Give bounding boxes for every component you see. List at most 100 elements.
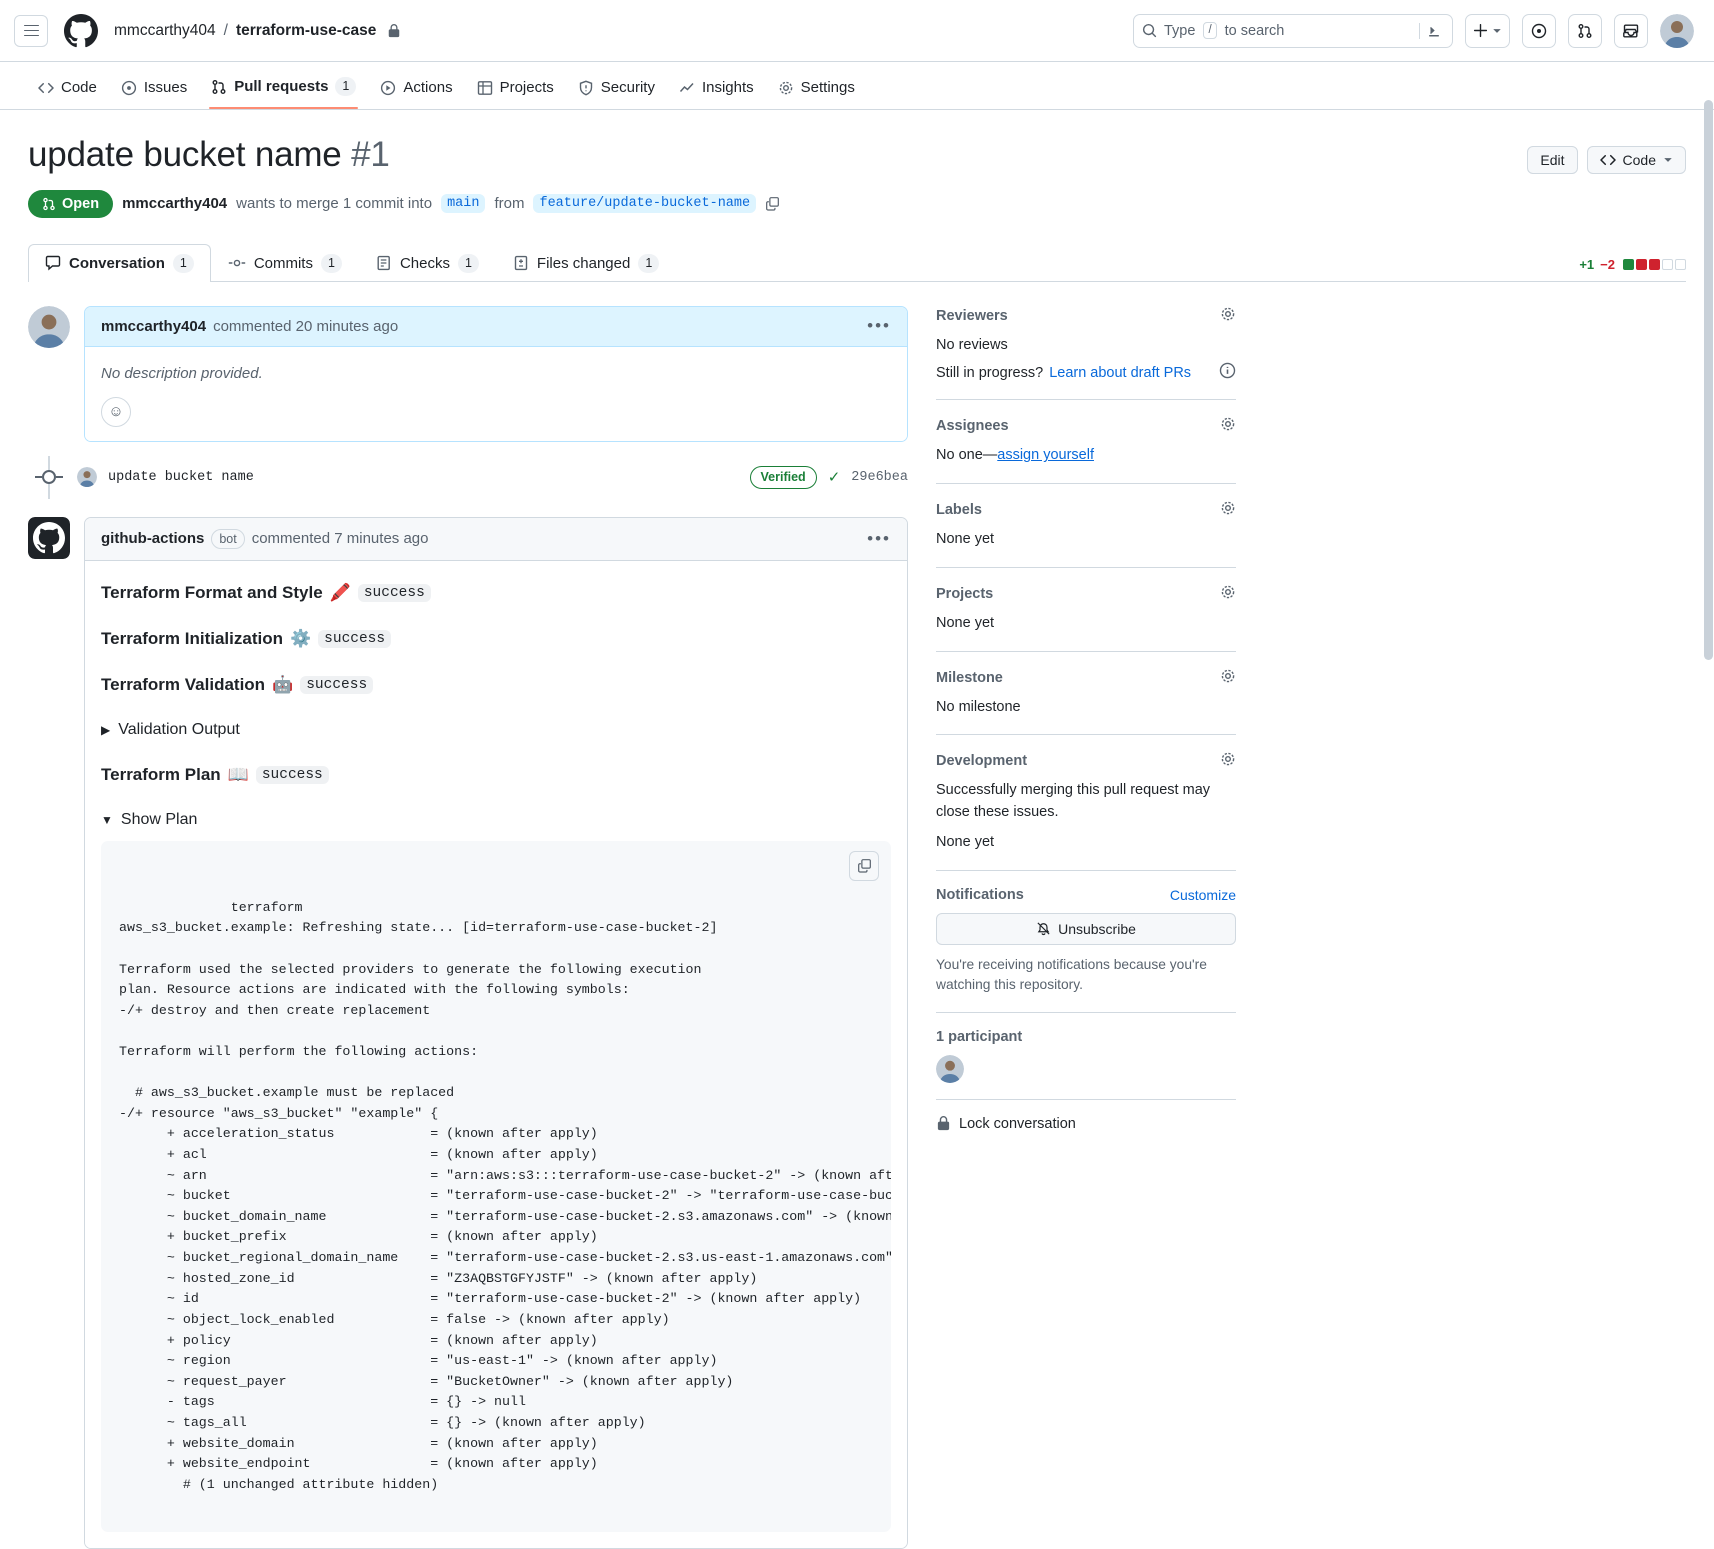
chevron-down-icon (1492, 26, 1502, 36)
gear-icon[interactable] (1220, 500, 1236, 520)
tab-checks-count: 1 (458, 254, 479, 273)
code-button[interactable]: Code (1587, 146, 1686, 174)
commit-sha[interactable]: 29e6bea (851, 470, 908, 485)
projects-value: None yet (936, 613, 1236, 635)
tab-commits[interactable]: Commits 1 (211, 244, 359, 282)
reviewers-title: Reviewers (936, 308, 1008, 324)
draft-pr-link[interactable]: Learn about draft PRs (1049, 365, 1191, 381)
gear-icon[interactable] (1220, 668, 1236, 688)
gear-icon[interactable] (1220, 584, 1236, 604)
sidebar-section-notifications: Notifications Customize Unsubscribe You'… (936, 887, 1236, 1013)
search-icon (1142, 23, 1157, 38)
gear-icon[interactable] (1220, 306, 1236, 326)
create-new-button[interactable] (1465, 14, 1510, 48)
avatar[interactable] (77, 467, 97, 487)
show-plan-disclosure[interactable]: ▼ Show Plan (101, 811, 891, 829)
assign-yourself-link[interactable]: assign yourself (997, 447, 1094, 463)
breadcrumb-owner[interactable]: mmccarthy404 (114, 22, 216, 40)
commit-message[interactable]: update bucket name (108, 470, 254, 485)
tab-files-changed[interactable]: Files changed 1 (496, 244, 676, 282)
lock-conversation-button[interactable]: Lock conversation (936, 1116, 1236, 1132)
comment-header: mmccarthy404 commented 20 minutes ago ••… (85, 307, 907, 347)
tab-conversation[interactable]: Conversation 1 (28, 244, 211, 282)
avatar[interactable] (28, 306, 70, 348)
bot-comment-box: github-actions bot commented 7 minutes a… (84, 517, 908, 1549)
add-reaction-button[interactable]: ☺ (101, 397, 131, 427)
bot-comment-header: github-actions bot commented 7 minutes a… (85, 518, 907, 561)
diff-additions: +1 (1579, 257, 1594, 272)
avatar[interactable] (936, 1055, 964, 1083)
bot-avatar[interactable] (28, 517, 70, 559)
status-badge-label: Open (62, 196, 99, 212)
info-icon[interactable] (1219, 362, 1236, 383)
avatar[interactable] (1660, 14, 1694, 48)
tab-commits-label: Commits (254, 255, 313, 272)
search-input[interactable]: Type / to search (1133, 14, 1453, 48)
command-palette-icon[interactable] (1419, 23, 1444, 39)
edit-button[interactable]: Edit (1527, 146, 1577, 174)
copy-button[interactable] (849, 851, 879, 881)
menu-button[interactable] (14, 15, 48, 47)
customize-notifications-link[interactable]: Customize (1170, 887, 1236, 903)
status-badge: Open (28, 190, 113, 218)
graph-icon (679, 80, 695, 96)
nav-item-code[interactable]: Code (28, 72, 107, 109)
nav-item-issues[interactable]: Issues (111, 72, 197, 109)
notifications-button[interactable] (1614, 14, 1648, 48)
book-emoji: 📖 (228, 765, 249, 785)
nav-item-projects-label: Projects (500, 79, 554, 96)
git-pull-request-icon (1577, 23, 1593, 39)
base-branch-chip[interactable]: main (441, 194, 485, 213)
nav-item-insights[interactable]: Insights (669, 72, 764, 109)
issues-button[interactable] (1522, 14, 1556, 48)
check-format-status: success (358, 584, 431, 602)
nav-item-projects[interactable]: Projects (467, 72, 564, 109)
breadcrumb: mmccarthy404 / terraform-use-case (114, 22, 401, 40)
timeline: mmccarthy404 commented 20 minutes ago ••… (28, 306, 908, 1549)
comment-menu-button[interactable]: ••• (867, 321, 891, 331)
check-result-validation: Terraform Validation 🤖 success (101, 675, 891, 695)
nav-item-actions-label: Actions (403, 79, 452, 96)
tab-checks[interactable]: Checks 1 (359, 244, 496, 282)
nav-item-pull-requests[interactable]: Pull requests 1 (201, 70, 366, 109)
gear-icon[interactable] (1220, 416, 1236, 436)
pull-request-page: update bucket name #1 Edit Code Open mmc… (0, 110, 1714, 1549)
bot-label: bot (211, 529, 244, 549)
copy-icon[interactable] (765, 196, 780, 211)
github-logo-icon[interactable] (64, 14, 98, 48)
global-header: mmccarthy404 / terraform-use-case Type /… (0, 0, 1714, 62)
triangle-down-icon: ▼ (101, 813, 113, 827)
header-actions: Type / to search (1133, 14, 1694, 48)
issue-opened-icon (1531, 23, 1547, 39)
head-branch-chip[interactable]: feature/update-bucket-name (533, 194, 756, 213)
bot-comment-author[interactable]: github-actions (101, 530, 204, 547)
show-plan-label: Show Plan (121, 811, 198, 829)
pull-requests-button[interactable] (1568, 14, 1602, 48)
breadcrumb-repo[interactable]: terraform-use-case (236, 22, 376, 40)
nav-item-settings[interactable]: Settings (768, 72, 865, 109)
nav-item-issues-label: Issues (144, 79, 187, 96)
gear-icon[interactable] (1220, 751, 1236, 771)
comment-text: No description provided. (101, 365, 891, 382)
nav-item-actions[interactable]: Actions (370, 72, 462, 109)
breadcrumb-separator: / (224, 22, 228, 40)
validation-output-disclosure[interactable]: ▶ Validation Output (101, 721, 891, 739)
git-pull-request-icon (211, 79, 227, 95)
edit-button-label: Edit (1540, 152, 1564, 168)
sidebar-section-milestone: Milestone No milestone (936, 668, 1236, 736)
play-icon (380, 80, 396, 96)
pr-sidebar: Reviewers No reviews Still in progress? … (936, 306, 1236, 1549)
pr-author[interactable]: mmccarthy404 (122, 195, 227, 212)
lock-conversation-label: Lock conversation (959, 1116, 1076, 1132)
unsubscribe-button[interactable]: Unsubscribe (936, 913, 1236, 945)
verified-badge: Verified (750, 466, 817, 489)
diff-block (1675, 259, 1686, 270)
search-placeholder-suffix: to search (1225, 23, 1285, 39)
page-scrollbar[interactable] (1704, 100, 1713, 660)
nav-item-security[interactable]: Security (568, 72, 665, 109)
bot-comment-menu-button[interactable]: ••• (867, 534, 891, 544)
comment-thread: mmccarthy404 commented 20 minutes ago ••… (28, 306, 908, 442)
draft-prompt: Still in progress? (936, 365, 1043, 381)
tab-files-changed-count: 1 (638, 254, 659, 273)
comment-author[interactable]: mmccarthy404 (101, 318, 206, 335)
